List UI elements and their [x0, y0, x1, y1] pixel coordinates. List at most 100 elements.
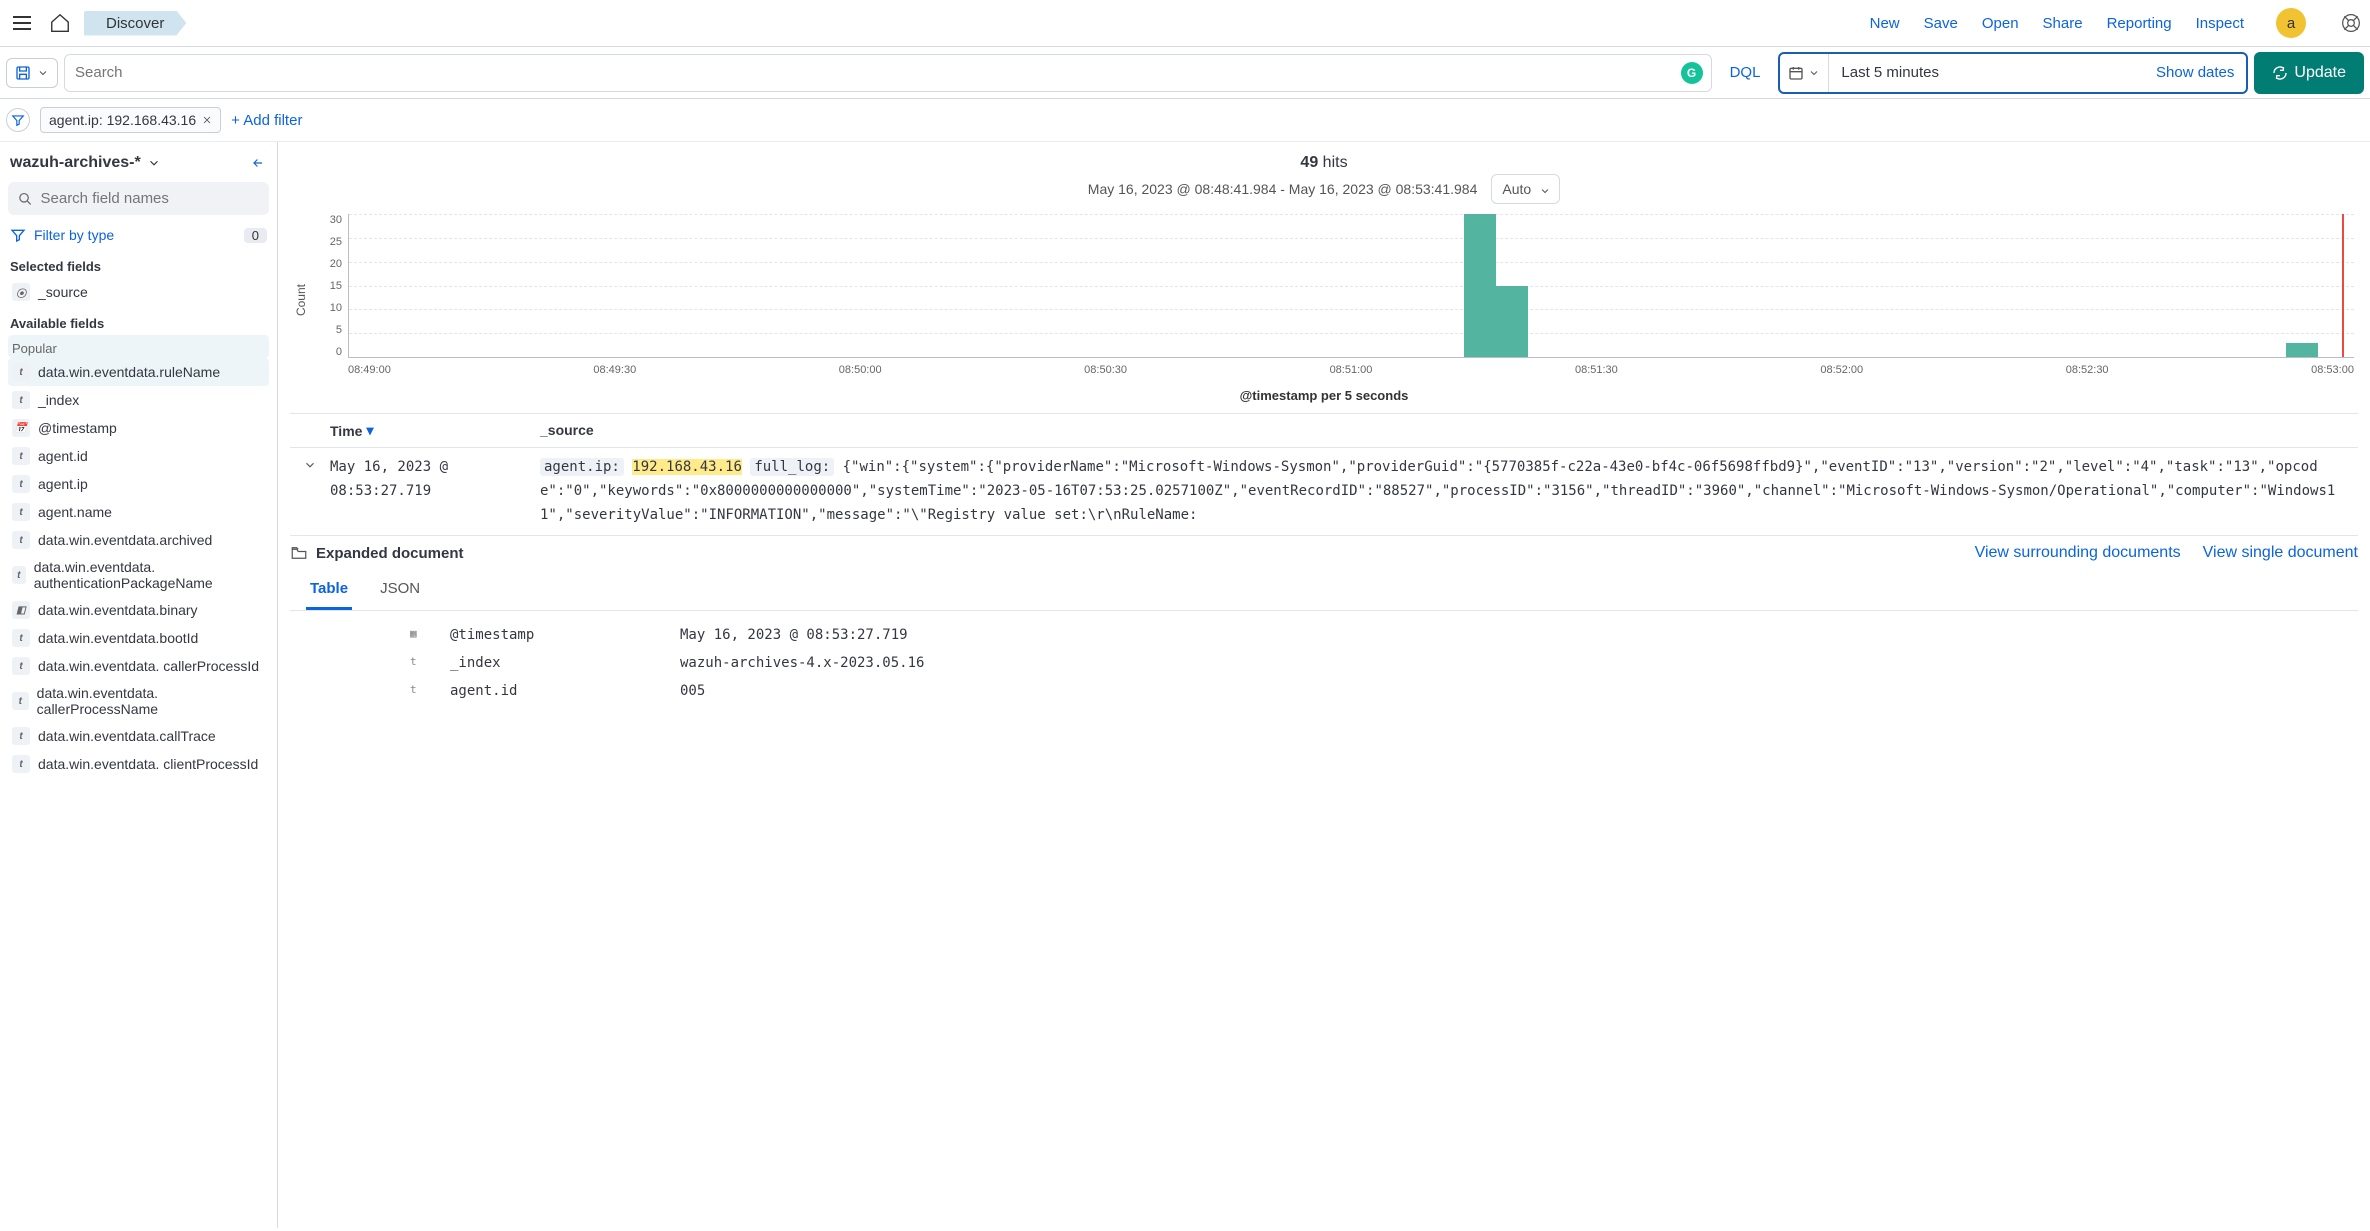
field-item[interactable]: ◧data.win.eventdata.binary: [8, 596, 269, 624]
index-pattern-selector[interactable]: wazuh-archives-*: [8, 150, 269, 182]
doc-field-row[interactable]: tagent.id005: [410, 677, 2358, 705]
field-value: 005: [680, 683, 2358, 699]
field-key: _index: [450, 655, 660, 671]
filter-pill-agent-ip[interactable]: agent.ip: 192.168.43.16: [40, 107, 221, 133]
chevron-down-icon: [37, 67, 49, 79]
field-name: @timestamp: [38, 420, 117, 436]
selected-field-source[interactable]: ⦿ _source: [8, 278, 269, 306]
breadcrumb-discover[interactable]: Discover: [84, 11, 186, 36]
hits-count: 49: [1300, 154, 1318, 171]
field-item[interactable]: tdata.win.eventdata.bootId: [8, 624, 269, 652]
filter-by-type-button[interactable]: Filter by type 0: [8, 221, 269, 249]
time-range-text: May 16, 2023 @ 08:48:41.984 - May 16, 20…: [1088, 181, 1478, 197]
nav-left: Discover: [8, 7, 186, 39]
date-picker[interactable]: Last 5 minutes Show dates: [1778, 52, 2248, 94]
field-type-icon: t: [12, 531, 30, 549]
change-all-filters-button[interactable]: [6, 108, 30, 132]
y-tick: 20: [312, 258, 342, 270]
interval-select[interactable]: Auto: [1491, 174, 1560, 204]
field-item[interactable]: tdata.win.eventdata.callTrace: [8, 722, 269, 750]
filter-icon: [11, 113, 25, 127]
x-tick: 08:51:00: [1330, 364, 1373, 376]
chart-area[interactable]: 302520151050 08:49:0008:49:3008:50:0008:…: [312, 214, 2358, 386]
tab-table[interactable]: Table: [306, 570, 352, 610]
plot-area: [348, 214, 2354, 358]
x-tick: 08:52:30: [2066, 364, 2109, 376]
col-time-header[interactable]: Time ▾: [330, 422, 540, 439]
x-ticks: 08:49:0008:49:3008:50:0008:50:3008:51:00…: [348, 364, 2354, 376]
saved-query-button[interactable]: [6, 58, 58, 88]
update-button[interactable]: Update: [2254, 52, 2364, 94]
date-range-text[interactable]: Last 5 minutes: [1829, 64, 2144, 81]
query-bar: G DQL Last 5 minutes Show dates Update: [0, 47, 2370, 99]
view-single-link[interactable]: View single document: [2203, 544, 2358, 562]
nav-save[interactable]: Save: [1924, 15, 1958, 32]
doc-tabs: Table JSON: [290, 570, 2358, 611]
y-tick: 15: [312, 280, 342, 292]
field-item[interactable]: tdata.win.eventdata. callerProcessName: [8, 680, 269, 722]
search-input[interactable]: [75, 64, 1701, 81]
main: wazuh-archives-* Filter by type 0 Select…: [0, 142, 2370, 1228]
doc-field-row[interactable]: ▦@timestampMay 16, 2023 @ 08:53:27.719: [410, 621, 2358, 649]
home-icon: [49, 12, 71, 34]
histogram-bar[interactable]: [1496, 286, 1528, 358]
chevron-down-icon: [1539, 185, 1551, 197]
field-name: _index: [38, 392, 79, 408]
field-search-input[interactable]: [41, 190, 260, 207]
field-item[interactable]: tdata.win.eventdata. callerProcessId: [8, 652, 269, 680]
doc-field-row[interactable]: t_indexwazuh-archives-4.x-2023.05.16: [410, 649, 2358, 677]
interval-value: Auto: [1502, 181, 1531, 197]
avatar[interactable]: a: [2276, 8, 2306, 38]
collapse-sidebar-button[interactable]: [249, 156, 267, 170]
row-source: agent.ip: 192.168.43.16 full_log: {"win"…: [540, 456, 2358, 527]
field-item[interactable]: tdata.win.eventdata. authenticationPacka…: [8, 554, 269, 596]
field-type-icon: t: [12, 727, 30, 745]
x-tick: 08:49:30: [593, 364, 636, 376]
field-item[interactable]: 📅@timestamp: [8, 414, 269, 442]
show-dates-button[interactable]: Show dates: [2144, 64, 2246, 81]
collapse-icon: [249, 156, 267, 170]
field-item[interactable]: tagent.ip: [8, 470, 269, 498]
table-row: May 16, 2023 @ 08:53:27.719 agent.ip: 19…: [290, 448, 2358, 535]
x-tick: 08:50:30: [1084, 364, 1127, 376]
field-type-icon: t: [12, 629, 30, 647]
menu-toggle-button[interactable]: [8, 9, 36, 37]
row-expand-toggle[interactable]: [290, 456, 330, 527]
histogram-bar[interactable]: [2286, 343, 2318, 357]
y-tick: 10: [312, 302, 342, 314]
nav-new[interactable]: New: [1870, 15, 1900, 32]
nav-reporting[interactable]: Reporting: [2107, 15, 2172, 32]
home-button[interactable]: [44, 7, 76, 39]
field-name: data.win.eventdata. clientProcessId: [38, 756, 258, 772]
doc-links: View surrounding documents View single d…: [1975, 544, 2358, 562]
chevron-down-icon: [1808, 67, 1820, 79]
field-item[interactable]: t data.win.eventdata.archived: [8, 526, 269, 554]
histogram-chart: Count 302520151050 08:49:0008:49:3008:50…: [290, 208, 2358, 386]
histogram-bar[interactable]: [1464, 214, 1496, 357]
dql-button[interactable]: DQL: [1718, 56, 1773, 89]
view-surrounding-link[interactable]: View surrounding documents: [1975, 544, 2181, 562]
range-row: May 16, 2023 @ 08:48:41.984 - May 16, 20…: [290, 174, 2358, 208]
field-item[interactable]: t_index: [8, 386, 269, 414]
date-quick-button[interactable]: [1780, 54, 1829, 92]
field-item[interactable]: tagent.name: [8, 498, 269, 526]
col-time-label: Time: [330, 423, 362, 439]
x-tick: 08:52:00: [1820, 364, 1863, 376]
nav-share[interactable]: Share: [2043, 15, 2083, 32]
field-type-icon: t: [12, 755, 30, 773]
tab-json[interactable]: JSON: [376, 570, 424, 610]
field-name: data.win.eventdata.archived: [38, 532, 212, 548]
add-filter-button[interactable]: + Add filter: [231, 112, 302, 129]
field-item[interactable]: t data.win.eventdata. clientProcessId: [8, 750, 269, 778]
help-button[interactable]: [2340, 12, 2362, 34]
content: 49 hits May 16, 2023 @ 08:48:41.984 - Ma…: [278, 142, 2370, 1228]
field-item[interactable]: t data.win.eventdata.ruleName: [8, 358, 269, 386]
field-name: _source: [38, 284, 88, 300]
close-icon[interactable]: [202, 115, 212, 125]
nav-right: New Save Open Share Reporting Inspect a: [1870, 8, 2362, 38]
field-item[interactable]: tagent.id: [8, 442, 269, 470]
nav-inspect[interactable]: Inspect: [2196, 15, 2244, 32]
nav-open[interactable]: Open: [1982, 15, 2019, 32]
col-source-header[interactable]: _source: [540, 422, 2358, 439]
refresh-icon: [2272, 65, 2288, 81]
